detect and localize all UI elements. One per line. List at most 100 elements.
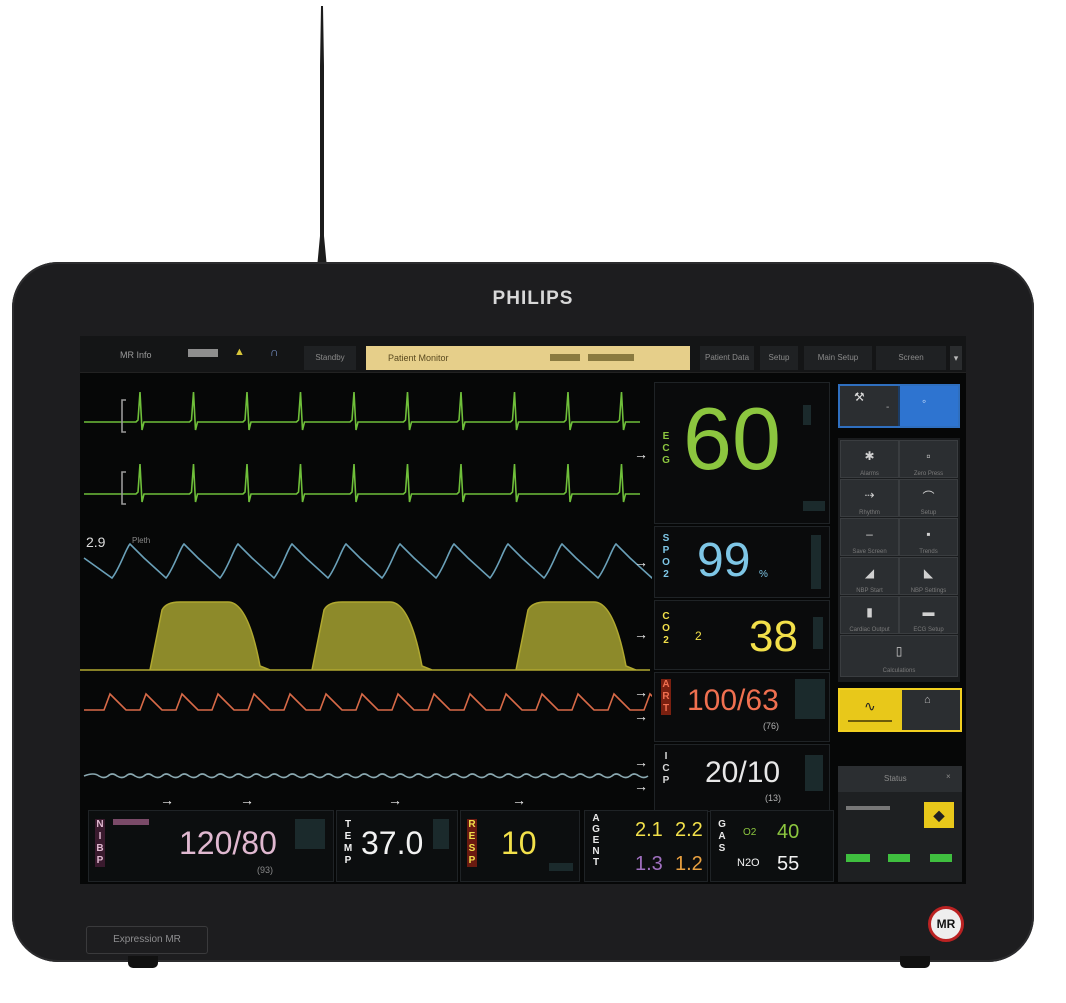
o2-value: 40	[777, 821, 800, 843]
ecg-parameter-tile[interactable]: ECG 60	[654, 382, 830, 524]
art-arrow-icon-1[interactable]: →	[634, 684, 648, 700]
cardiac-output-button[interactable]: ▮ Cardiac Output	[840, 596, 899, 634]
nbp-cuff-icon: ◢	[864, 566, 875, 580]
spo2-label: SPO2	[662, 533, 670, 580]
brand-logo: PHILIPS	[492, 288, 574, 309]
model-label: Expression MR	[86, 926, 208, 954]
setup-quick-button[interactable]: ⌒ Setup	[899, 479, 958, 517]
trends-button[interactable]: ▪ Trends	[899, 518, 958, 556]
trends-icon: ▪	[926, 527, 931, 541]
co2-parameter-tile[interactable]: CO2 2 38	[654, 600, 830, 670]
trends-button-label: Trends	[919, 549, 938, 555]
silence-indicator	[848, 720, 892, 722]
nbp-start-button-label: NBP Start	[856, 588, 883, 594]
spo2-arrow-icon[interactable]: →	[634, 554, 648, 570]
screen-select-button[interactable]: Screen	[876, 346, 946, 370]
save-icon: –	[866, 527, 873, 541]
nibp-value: 120/80	[179, 825, 277, 861]
ecg-setup-button[interactable]: ▬ ECG Setup	[899, 596, 958, 634]
alarms-button[interactable]: ✱ Alarms	[840, 440, 899, 478]
banner-indicator-2	[588, 354, 634, 361]
gas-tile[interactable]: GAS O2 40 N2O 55	[710, 810, 834, 882]
setup-button[interactable]: Setup	[760, 346, 798, 370]
pleth-scale: 2.9	[86, 534, 106, 550]
nibp-arrow-icon[interactable]: →	[160, 792, 174, 808]
main-screen-button[interactable]: ◦	[900, 386, 958, 426]
foot-left	[128, 956, 158, 968]
pause-alarms-button[interactable]: ⌂	[902, 690, 960, 730]
warning-icon[interactable]: ◆	[924, 802, 954, 828]
alarm-message-banner[interactable]: Patient Monitor	[366, 346, 690, 370]
n2o-value: 55	[777, 853, 800, 875]
pleth-waveform	[83, 542, 652, 580]
wrench-icon: ⚒	[854, 390, 865, 404]
nibp-tile[interactable]: NIBP 120/80 (93)	[88, 810, 334, 882]
spo2-unit: %	[759, 569, 768, 580]
patient-data-button[interactable]: Patient Data	[700, 346, 754, 370]
status-title: Status	[884, 774, 907, 783]
status-header[interactable]: Status ×	[838, 766, 962, 792]
zero-press-button[interactable]: ▫ Zero Press	[899, 440, 958, 478]
silence-icon: ∿	[864, 698, 876, 714]
heart-rate-value: 60	[683, 389, 781, 488]
status-close-icon[interactable]: ×	[946, 772, 951, 781]
icp-limits	[805, 755, 823, 791]
icp-arrow-icon-1[interactable]: →	[634, 754, 648, 770]
co2-arrow-icon[interactable]: →	[634, 626, 648, 642]
art-mean: (76)	[763, 721, 780, 731]
setup-icon: ⌒	[922, 490, 935, 504]
nibp-label: NIBP	[95, 819, 105, 867]
setup-quick-button-label: Setup	[920, 510, 937, 516]
standby-button[interactable]: Standby	[304, 346, 356, 370]
ecg-setup-button-label: ECG Setup	[913, 627, 944, 633]
agent-arrow-icon[interactable]: →	[512, 792, 526, 808]
resp-tile[interactable]: RESP 10	[460, 810, 580, 882]
icp-waveform	[83, 773, 649, 779]
temp-arrow-icon[interactable]: →	[240, 792, 254, 808]
co2-inspired-value: 2	[695, 629, 702, 643]
nibp-mean: (93)	[257, 865, 274, 875]
etco2-value: 38	[749, 612, 798, 661]
bed-label: MR Info	[120, 350, 152, 360]
art-arrow-icon-2[interactable]: →	[634, 708, 648, 724]
agent-et-value: 2.1	[635, 819, 663, 841]
resp-arrow-icon[interactable]: →	[388, 792, 402, 808]
cardiac-output-icon: ▮	[866, 605, 873, 619]
main-setup-button[interactable]: Main Setup	[804, 346, 872, 370]
mr-conditional-badge: MR	[928, 906, 964, 942]
nbp-settings-button[interactable]: ◣ NBP Settings	[899, 557, 958, 595]
resp-source	[549, 863, 573, 871]
silence-button[interactable]: ∿	[840, 690, 900, 730]
connect-dropdown-icon: -	[886, 402, 890, 413]
ecg-source	[803, 501, 825, 511]
resp-rate-value: 10	[501, 825, 537, 861]
agent-tile[interactable]: AGENT 2.1 2.2 1.3 1.2	[584, 810, 708, 882]
temp-tile[interactable]: TEMP 37.0	[336, 810, 458, 882]
art-waveform	[84, 692, 652, 711]
spo2-parameter-tile[interactable]: SPO2 99 %	[654, 526, 830, 598]
icp-arrow-icon-2[interactable]: →	[634, 778, 648, 794]
rhythm-button[interactable]: ⇢ Rhythm	[840, 479, 899, 517]
network-icon[interactable]: ∩	[270, 345, 279, 359]
art-label: ART	[661, 679, 671, 715]
nbp-start-button[interactable]: ◢ NBP Start	[840, 557, 899, 595]
save-screen-button[interactable]: – Save Screen	[840, 518, 899, 556]
agent-label: AGENT	[592, 813, 600, 868]
art-limits	[795, 679, 825, 719]
alarms-icon: ✱	[864, 449, 875, 463]
air-supply-2-icon	[930, 854, 952, 862]
ecg-arrow-icon[interactable]: →	[634, 446, 648, 462]
co2-limits	[813, 617, 823, 649]
calculations-button[interactable]: ▯ Calculations	[840, 635, 958, 677]
alarm-message-text: Patient Monitor	[388, 353, 449, 363]
zero-press-button-label: Zero Press	[913, 471, 944, 477]
icp-parameter-tile[interactable]: ICP 20/10 (13)	[654, 744, 830, 812]
calculations-button-label: Calculations	[882, 668, 916, 674]
alarms-button-label: Alarms	[860, 471, 879, 477]
dropdown-arrow-icon[interactable]: ▾	[950, 346, 962, 370]
connect-button[interactable]: ⚒ -	[840, 386, 898, 426]
ecg-scale-bracket-2	[121, 471, 126, 505]
status-panel: Status × ◆	[838, 766, 962, 882]
art-parameter-tile[interactable]: ART 100/63 (76)	[654, 672, 830, 742]
cardiac-output-button-label: Cardiac Output	[849, 627, 890, 633]
